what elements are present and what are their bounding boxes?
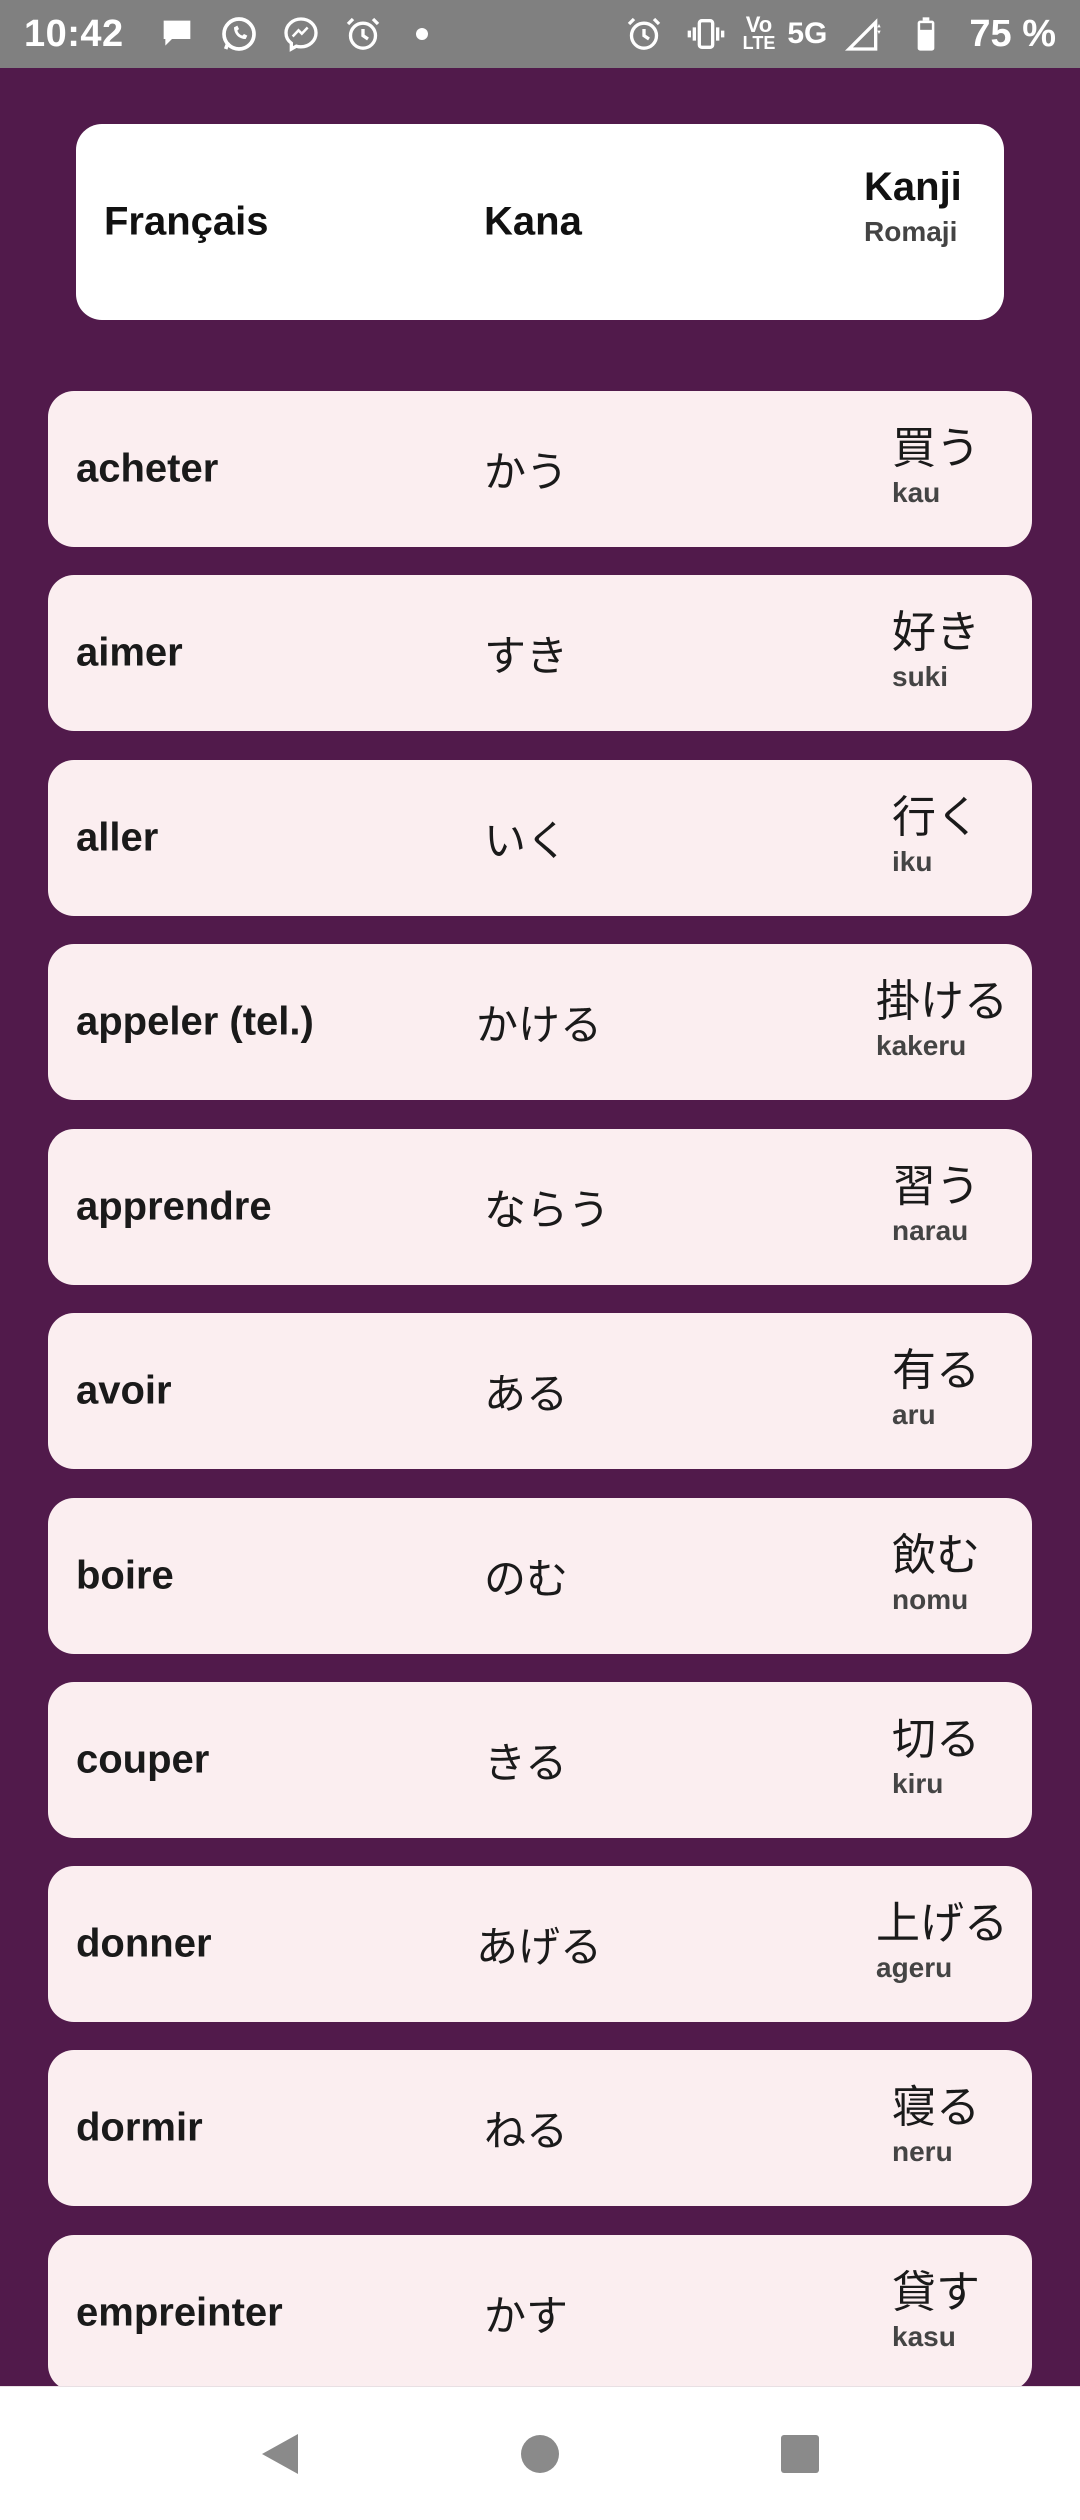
kanji-word: 飲む bbox=[892, 1530, 980, 1581]
notification-dot bbox=[415, 28, 428, 40]
vocab-row[interactable]: avoir ある 有る aru bbox=[48, 1313, 1032, 1469]
vocab-row[interactable]: apprendre ならう 習う narau bbox=[48, 1129, 1032, 1285]
kana-word: のむ bbox=[484, 1554, 569, 1604]
vocab-list-screen[interactable]: Français Kana Kanji Romaji acheter かう 買う… bbox=[0, 68, 1080, 2386]
network-type: 5G bbox=[787, 17, 828, 50]
kanji-word: 寝る bbox=[892, 2082, 980, 2133]
french-word: empreinter bbox=[76, 2290, 283, 2335]
chat-bubble-icon bbox=[154, 11, 200, 57]
kanji-word: 上げる bbox=[876, 1898, 1008, 1949]
kanji-word: 買う bbox=[892, 423, 980, 474]
messenger-icon bbox=[278, 11, 324, 57]
kanji-word: 有る bbox=[892, 1345, 980, 1396]
header-francais: Français bbox=[104, 199, 269, 244]
status-left: 10:42 bbox=[24, 11, 428, 57]
kanji-word: 行く bbox=[892, 792, 980, 843]
signal-icon bbox=[841, 11, 887, 57]
vocab-row[interactable]: dormir ねる 寝る neru bbox=[48, 2050, 1032, 2206]
kanji-cell: 寝る neru bbox=[892, 2082, 980, 2170]
french-word: aller bbox=[76, 815, 159, 860]
kana-word: かす bbox=[484, 2291, 569, 2341]
romaji-word: kasu bbox=[892, 2321, 956, 2352]
french-word: avoir bbox=[76, 1368, 172, 1413]
volte-top: Vo bbox=[745, 12, 773, 37]
status-bar: 10:42 Vo LTE 5G 75 % bbox=[0, 0, 1080, 68]
kana-word: すき bbox=[484, 631, 569, 681]
column-header: Français Kana Kanji Romaji bbox=[76, 124, 1004, 320]
header-romaji: Romaji bbox=[864, 216, 958, 247]
french-word: dormir bbox=[76, 2105, 203, 2150]
romaji-word: narau bbox=[892, 1215, 969, 1246]
french-word: apprendre bbox=[76, 1184, 272, 1229]
kanji-word: 習う bbox=[892, 1161, 980, 1212]
romaji-word: neru bbox=[892, 2136, 953, 2167]
volte-icon: Vo LTE bbox=[742, 12, 776, 53]
romaji-word: iku bbox=[892, 846, 933, 877]
kana-word: かう bbox=[484, 447, 569, 497]
kanji-word: 切る bbox=[892, 1714, 980, 1765]
battery-percent: 75 % bbox=[969, 12, 1056, 55]
romaji-word: kiru bbox=[892, 1768, 944, 1799]
vocab-row[interactable]: empreinter かす 貸す kasu bbox=[48, 2235, 1032, 2386]
romaji-word: suki bbox=[892, 661, 949, 692]
kanji-cell: 買う kau bbox=[892, 423, 980, 511]
alarm-icon bbox=[621, 11, 667, 57]
status-time: 10:42 bbox=[24, 12, 124, 55]
kana-word: あげる bbox=[476, 1922, 603, 1972]
battery-icon bbox=[903, 11, 949, 57]
kanji-word: 貸す bbox=[892, 2267, 980, 2318]
romaji-word: ageru bbox=[876, 1952, 953, 1983]
kanji-cell: 行く iku bbox=[892, 792, 980, 880]
french-word: couper bbox=[76, 1737, 210, 1782]
vocab-row[interactable]: couper きる 切る kiru bbox=[48, 1682, 1032, 1838]
kana-word: ねる bbox=[484, 2106, 569, 2156]
status-right: Vo LTE 5G 75 % bbox=[613, 11, 1056, 57]
system-nav-bar bbox=[0, 2386, 1080, 2520]
header-kanji: Kanji bbox=[864, 165, 962, 209]
kanji-cell: 飲む nomu bbox=[892, 1530, 980, 1618]
alarm-icon bbox=[340, 11, 386, 57]
vocab-row[interactable]: aller いく 行く iku bbox=[48, 760, 1032, 916]
kanji-cell: 切る kiru bbox=[892, 1714, 980, 1802]
kanji-word: 掛ける bbox=[876, 976, 1008, 1027]
french-word: boire bbox=[76, 1553, 174, 1598]
vocab-row[interactable]: aimer すき 好き suki bbox=[48, 575, 1032, 731]
back-icon[interactable] bbox=[250, 2424, 310, 2484]
header-kanji-romaji: Kanji Romaji bbox=[864, 162, 962, 252]
volte-bottom: LTE bbox=[742, 33, 776, 53]
french-word: acheter bbox=[76, 446, 219, 491]
vocab-row[interactable]: donner あげる 上げる ageru bbox=[48, 1866, 1032, 2022]
vocab-row[interactable]: boire のむ 飲む nomu bbox=[48, 1498, 1032, 1654]
kana-word: かける bbox=[476, 1000, 603, 1050]
kanji-cell: 習う narau bbox=[892, 1161, 980, 1249]
kanji-cell: 上げる ageru bbox=[876, 1898, 1008, 1986]
vocab-row[interactable]: appeler (tel.) かける 掛ける kakeru bbox=[48, 944, 1032, 1100]
french-word: aimer bbox=[76, 630, 183, 675]
vibrate-icon bbox=[683, 11, 729, 57]
romaji-word: kau bbox=[892, 477, 941, 508]
french-word: appeler (tel.) bbox=[76, 999, 314, 1044]
kanji-cell: 掛ける kakeru bbox=[876, 976, 1008, 1064]
kanji-cell: 好き suki bbox=[892, 607, 980, 695]
header-kana: Kana bbox=[484, 199, 582, 244]
kanji-cell: 貸す kasu bbox=[892, 2267, 980, 2355]
kanji-word: 好き bbox=[892, 607, 980, 658]
kana-word: いく bbox=[484, 816, 569, 866]
kana-word: ならう bbox=[484, 1185, 611, 1235]
romaji-word: nomu bbox=[892, 1584, 969, 1615]
whatsapp-icon bbox=[216, 11, 262, 57]
romaji-word: aru bbox=[892, 1399, 936, 1430]
french-word: donner bbox=[76, 1921, 212, 1966]
kana-word: きる bbox=[484, 1738, 568, 1788]
kana-word: ある bbox=[484, 1369, 569, 1419]
home-icon[interactable] bbox=[510, 2424, 570, 2484]
recents-icon[interactable] bbox=[770, 2424, 830, 2484]
vocab-row[interactable]: acheter かう 買う kau bbox=[48, 391, 1032, 547]
kanji-cell: 有る aru bbox=[892, 1345, 980, 1433]
romaji-word: kakeru bbox=[876, 1030, 967, 1061]
